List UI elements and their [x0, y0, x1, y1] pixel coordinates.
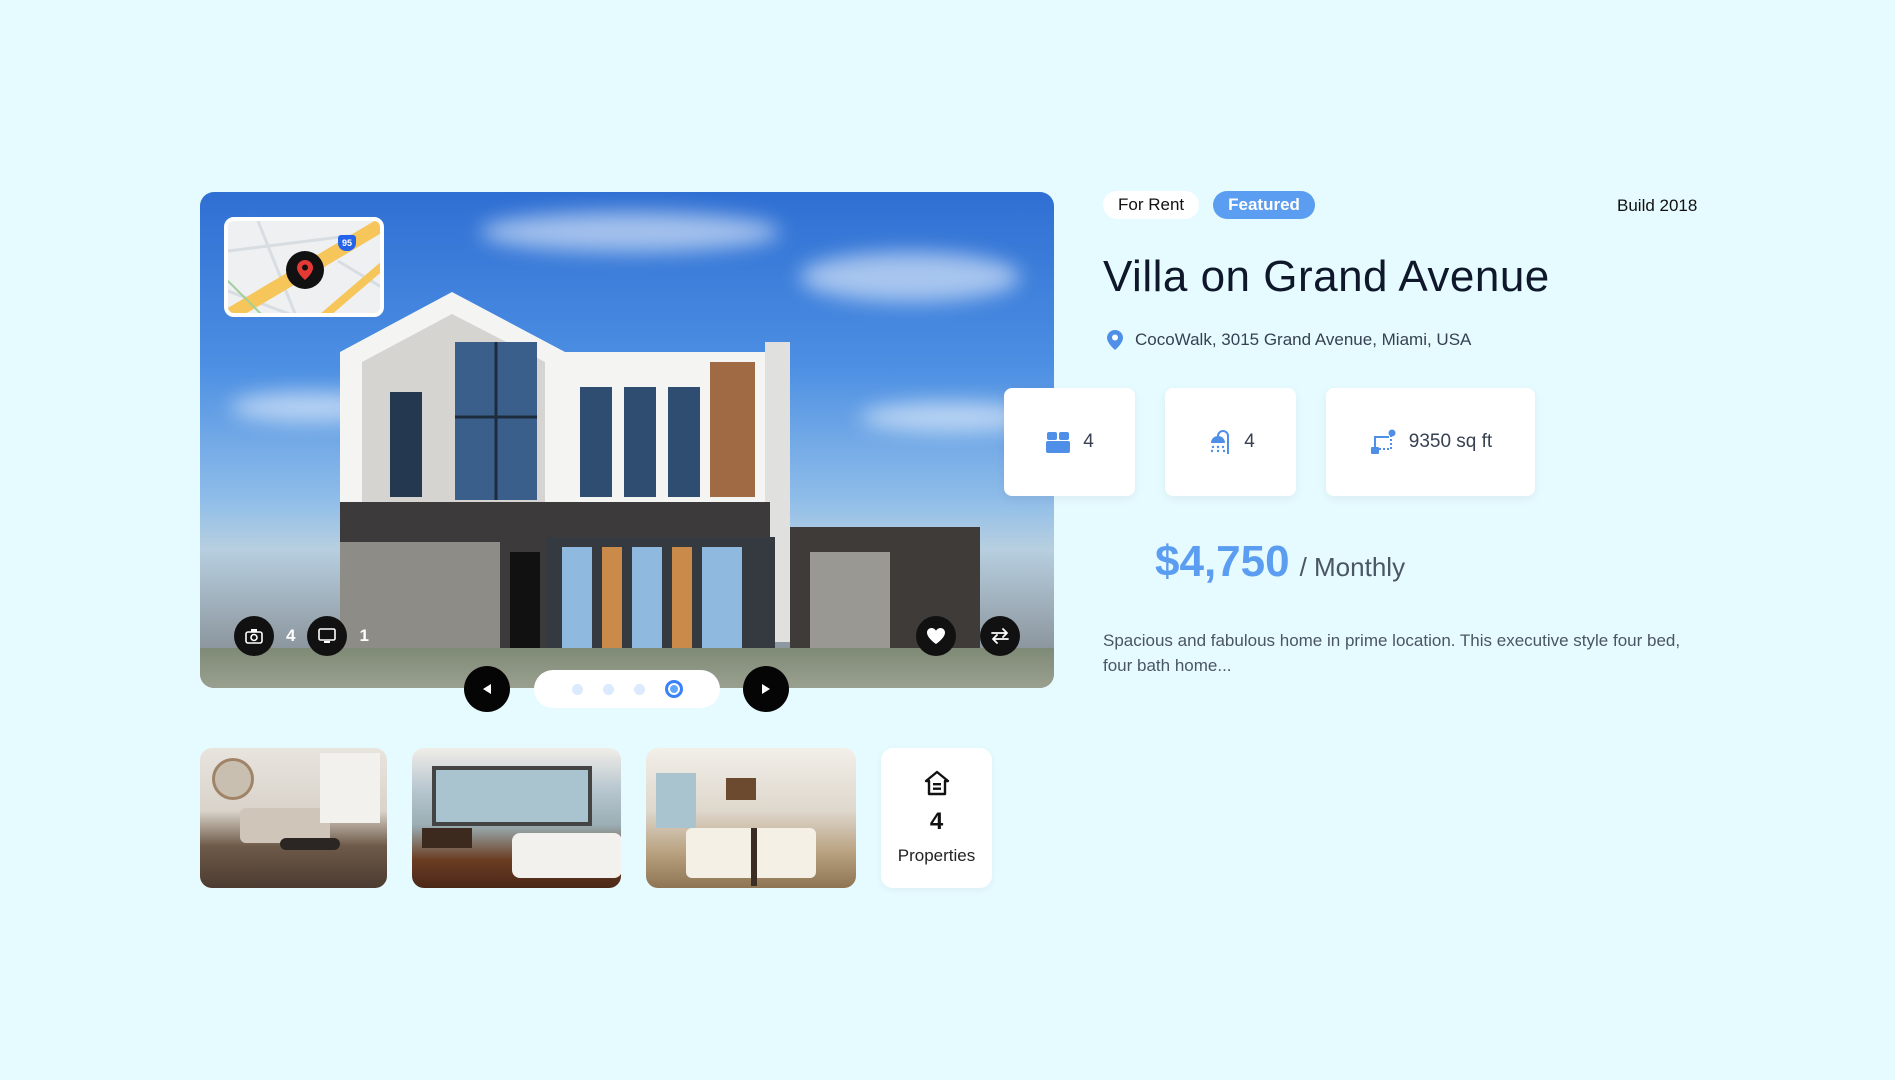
location-pin-icon — [1107, 330, 1123, 350]
gallery-thumbnails: 4 Properties — [200, 748, 992, 888]
next-slide-button[interactable] — [743, 666, 789, 712]
bed-icon — [1046, 432, 1071, 453]
video-count: 1 — [359, 626, 369, 645]
hero-photo[interactable]: 95 4 1 — [200, 192, 1054, 688]
thumbnail-living-room[interactable] — [200, 748, 387, 888]
heart-icon[interactable] — [916, 616, 956, 656]
home-icon — [924, 770, 949, 796]
featured-badge[interactable]: Featured — [1213, 191, 1315, 219]
listing-stats: 4 4 9350 sq ft — [1004, 388, 1535, 496]
listing-tags: For Rent Featured — [1103, 191, 1315, 219]
slide-dot-active[interactable] — [664, 680, 683, 698]
shower-icon — [1211, 430, 1230, 454]
slide-dot[interactable] — [602, 683, 614, 695]
arrow-right-icon — [762, 684, 770, 694]
listing-address: CocoWalk, 3015 Grand Avenue, Miami, USA — [1107, 330, 1471, 350]
area-value: 9350 sq ft — [1408, 431, 1493, 452]
listing-title: Villa on Grand Avenue — [1103, 252, 1550, 301]
price-period: / Monthly — [1299, 552, 1406, 582]
slide-dot[interactable] — [633, 683, 645, 695]
media-counts: 4 1 — [234, 616, 369, 656]
hero-actions — [916, 616, 1020, 656]
camera-icon[interactable] — [234, 616, 274, 656]
arrow-left-icon — [483, 684, 491, 694]
photo-count: 4 — [286, 626, 296, 645]
properties-card[interactable]: 4 Properties — [881, 748, 992, 888]
highway-shield-icon: 95 — [338, 235, 356, 251]
area-icon — [1370, 429, 1396, 454]
address-text: CocoWalk, 3015 Grand Avenue, Miami, USA — [1135, 330, 1472, 349]
build-year: Build 2018 — [1617, 196, 1698, 215]
area-stat: 9350 sq ft — [1326, 388, 1535, 496]
bedrooms-count: 4 — [1083, 431, 1094, 452]
thumbnail-dining-room[interactable] — [646, 748, 856, 888]
bathrooms-stat: 4 — [1165, 388, 1296, 496]
bathrooms-count: 4 — [1244, 431, 1255, 452]
properties-label: Properties — [897, 846, 976, 865]
map-pin-icon — [286, 251, 324, 289]
previous-slide-button[interactable] — [464, 666, 510, 712]
video-icon[interactable] — [307, 616, 348, 656]
thumbnail-bedroom[interactable] — [412, 748, 621, 888]
compare-icon[interactable] — [980, 616, 1020, 656]
slide-indicators — [534, 670, 720, 708]
slide-dot[interactable] — [571, 683, 583, 695]
highway-number: 95 — [341, 238, 352, 248]
bedrooms-stat: 4 — [1004, 388, 1135, 496]
price: $4,750 / Monthly — [1155, 537, 1405, 587]
house-illustration — [340, 292, 980, 688]
listing-description: Spacious and fabulous home in prime loca… — [1103, 631, 1681, 675]
properties-count: 4 — [929, 808, 944, 835]
price-amount: $4,750 — [1155, 537, 1290, 586]
carousel-controls — [464, 666, 789, 712]
for-rent-badge[interactable]: For Rent — [1103, 191, 1200, 219]
map-thumbnail[interactable]: 95 — [224, 217, 384, 317]
